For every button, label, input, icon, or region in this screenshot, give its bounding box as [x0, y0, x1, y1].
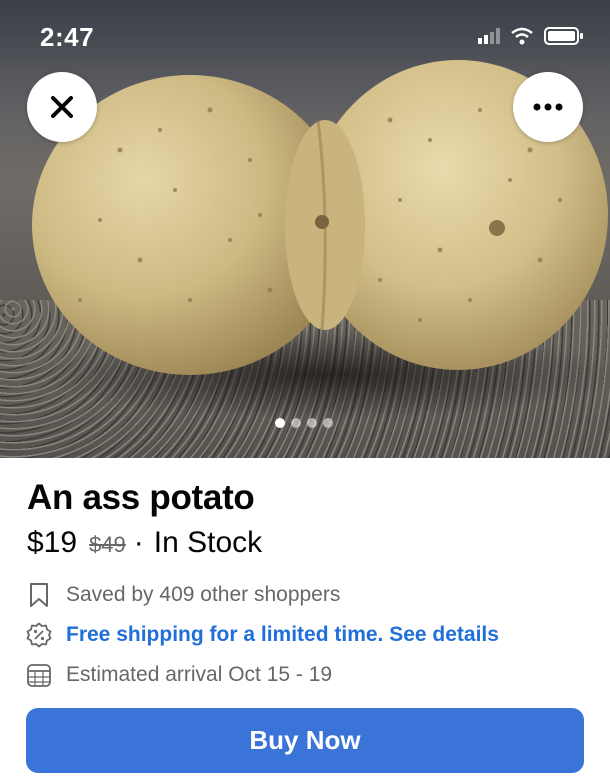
product-title: An ass potato	[27, 478, 255, 517]
product-image-carousel[interactable]: 2:47	[0, 0, 610, 458]
availability-status: In Stock	[153, 526, 263, 559]
carousel-dot[interactable]	[307, 418, 317, 428]
carousel-dot[interactable]	[291, 418, 301, 428]
carousel-dot[interactable]	[323, 418, 333, 428]
status-icons	[478, 26, 584, 46]
shipping-info-row[interactable]: Free shipping for a limited time. See de…	[26, 622, 499, 648]
more-options-button[interactable]	[513, 72, 583, 142]
wifi-icon	[511, 27, 533, 45]
battery-icon	[544, 27, 583, 45]
buy-now-button[interactable]: Buy Now	[26, 708, 584, 773]
more-options-icon	[533, 103, 563, 111]
price-row: $19 $49 · In Stock	[27, 526, 262, 560]
arrival-info-row: Estimated arrival Oct 15 - 19	[26, 662, 332, 688]
carousel-dot[interactable]	[275, 418, 285, 428]
carousel-pagination	[275, 418, 333, 428]
current-price: $19	[27, 526, 78, 559]
status-time: 2:47	[40, 22, 95, 52]
estimated-arrival-text: Estimated arrival Oct 15 - 19	[66, 663, 333, 686]
close-icon	[51, 96, 73, 118]
saved-count-text: Saved by 409 other shoppers	[66, 583, 341, 606]
saved-info-row: Saved by 409 other shoppers	[26, 582, 340, 608]
close-button[interactable]	[27, 72, 97, 142]
original-price: $49	[89, 532, 126, 557]
free-shipping-link[interactable]: Free shipping for a limited time. See de…	[66, 623, 499, 647]
discount-badge-icon	[26, 622, 52, 648]
calendar-icon	[26, 662, 52, 688]
status-bar: 2:47	[0, 0, 610, 70]
price-separator: ·	[133, 526, 144, 559]
cellular-signal-icon	[478, 28, 500, 44]
bookmark-icon	[26, 582, 52, 608]
